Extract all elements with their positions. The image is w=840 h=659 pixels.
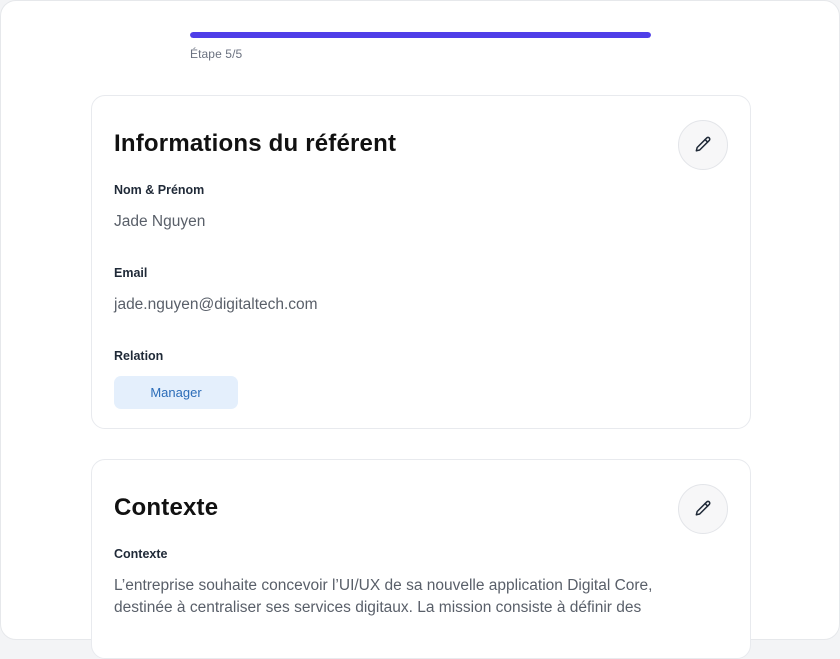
relation-label: Relation — [114, 349, 164, 363]
email-label: Email — [114, 266, 148, 280]
contexte-card-title: Contexte — [114, 494, 219, 521]
contexte-text: L’entreprise souhaite concevoir l’UI/UX … — [114, 577, 653, 616]
name-value: Jade Nguyen — [114, 213, 206, 230]
progress-section: Étape 5/5 — [190, 32, 651, 61]
referent-card: Informations du référent Nom & Prénom Ja… — [91, 95, 751, 429]
page-frame: Étape 5/5 Informations du référent Nom &… — [0, 0, 840, 659]
edit-contexte-button[interactable] — [678, 484, 728, 534]
contexte-field-label: Contexte — [114, 547, 168, 561]
relation-badge: Manager — [114, 376, 238, 409]
referent-card-title: Informations du référent — [114, 130, 397, 157]
progress-bar-fill — [190, 32, 651, 38]
email-value: jade.nguyen@digitaltech.com — [114, 296, 318, 313]
edit-referent-button[interactable] — [678, 120, 728, 170]
name-label: Nom & Prénom — [114, 183, 205, 197]
pencil-icon — [695, 136, 711, 152]
progress-bar — [190, 32, 651, 38]
pencil-icon — [695, 500, 711, 516]
contexte-card: Contexte Contexte L’entreprise souhaite … — [91, 459, 751, 659]
step-indicator: Étape 5/5 — [190, 47, 243, 61]
